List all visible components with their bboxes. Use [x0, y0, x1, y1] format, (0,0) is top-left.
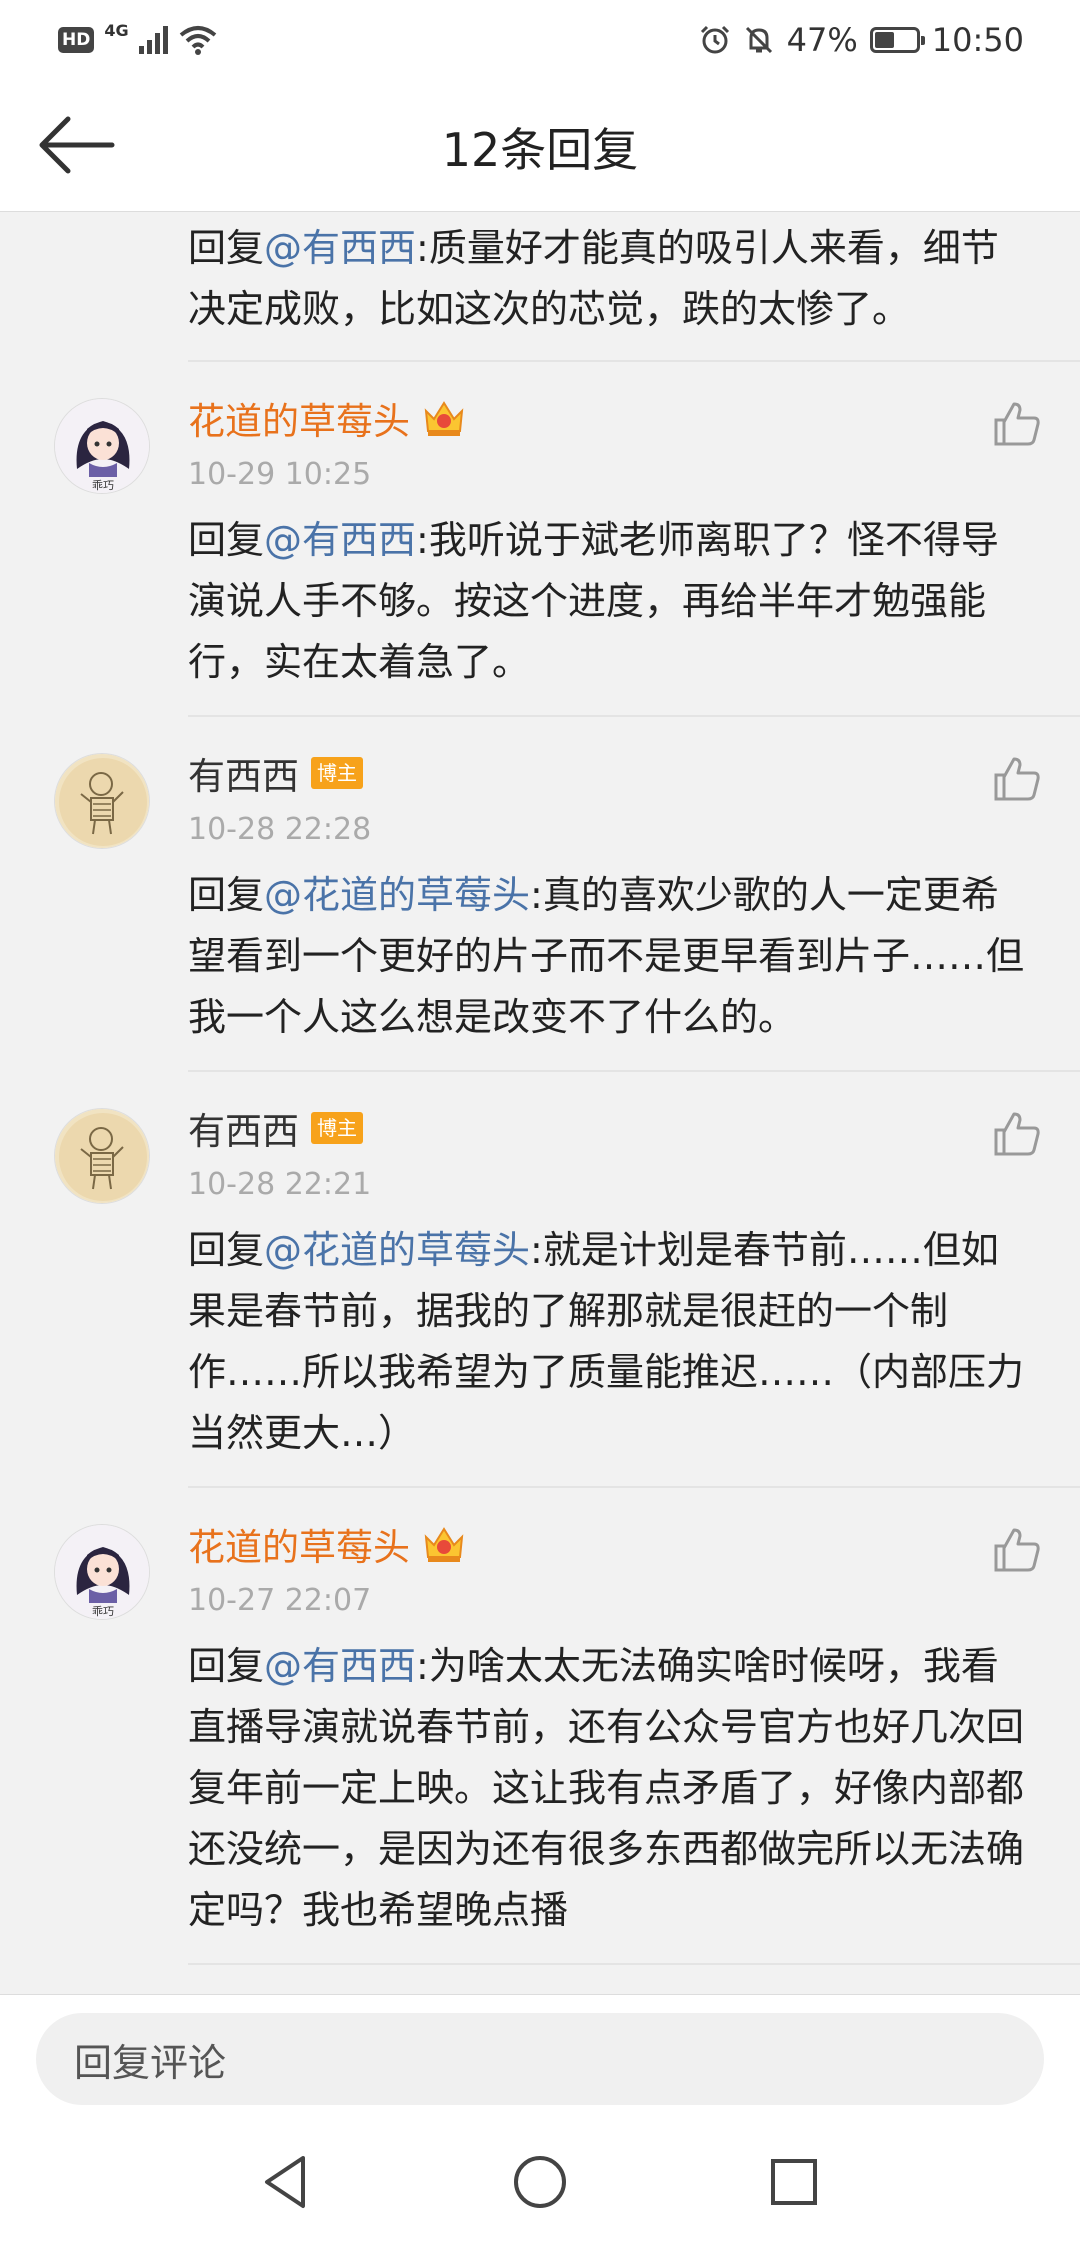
avatar[interactable]: 乖巧: [54, 1524, 150, 1620]
avatar[interactable]: [54, 753, 150, 849]
like-icon[interactable]: [992, 1110, 1042, 1158]
like-icon[interactable]: [992, 400, 1042, 448]
comment-time: 10-29 10:25: [188, 457, 372, 492]
comment-item: 乖巧 花道的草莓头 10-29 10:25 回复@有西西:我听说于斌老师离职了？…: [0, 362, 1080, 717]
blogger-badge: 博主: [311, 757, 363, 789]
battery-icon: [869, 27, 925, 53]
battery-fill: [874, 32, 894, 48]
page-title: 12条回复: [441, 123, 639, 177]
reply-text: 回复@花道的草莓头:真的喜欢少歌的人一定更希望看到一个更好的片子而不是更早看到片…: [188, 865, 1028, 1048]
reply-prefix: 回复: [188, 518, 265, 562]
comment-item: 有西西 博主 10-28 22:21 回复@花道的草莓头:就是计划是春节前……但…: [0, 1072, 1080, 1488]
user-name[interactable]: 有西西: [188, 746, 299, 800]
reply-text: 回复@有西西:为啥太太无法确实啥时候呀，我看直播导演就说春节前，还有公众号官方也…: [188, 1636, 1028, 1941]
reply-prefix: 回复: [188, 1644, 265, 1688]
reply-prefix: 回复: [188, 873, 265, 917]
avatar-label: 乖巧: [92, 479, 114, 492]
avatar-label: 乖巧: [92, 1605, 114, 1618]
reply-text: 回复@有西西:我听说于斌老师离职了？怪不得导演说人手不够。按这个进度，再给半年才…: [188, 510, 1028, 693]
network-type: 4G: [104, 20, 129, 40]
user-name[interactable]: 有西西: [188, 1101, 299, 1155]
wifi-icon: [179, 26, 216, 55]
nav-home-icon: [514, 2156, 566, 2208]
crown-icon: [424, 401, 464, 436]
mention-link[interactable]: @有西西: [264, 1644, 416, 1688]
reply-placeholder: 回复评论: [74, 2040, 227, 2085]
reply-prefix: 回复: [188, 226, 265, 270]
status-bar: HD 4G 47% 10:50: [0, 0, 1080, 80]
battery-percent: 47%: [786, 21, 858, 59]
name-row: 有西西 博主: [188, 1098, 1028, 1158]
signal-icon: [138, 26, 168, 54]
clock: 10:50: [931, 21, 1024, 59]
comment-time: 10-28 22:28: [188, 812, 372, 847]
name-row: 花道的草莓头: [188, 388, 1028, 448]
mention-link[interactable]: @有西西: [264, 518, 416, 562]
mention-link[interactable]: @有西西: [264, 226, 416, 270]
name-row: 有西西 博主: [188, 743, 1028, 803]
nav-recents-icon: [771, 2159, 817, 2205]
reply-text: 回复@有西西:质量好才能真的吸引人来看，细节决定成败，比如这次的芯觉，跌的太惨了…: [0, 212, 1080, 362]
like-icon[interactable]: [992, 755, 1042, 803]
list-item: 回复@有西西:质量好才能真的吸引人来看，细节决定成败，比如这次的芯觉，跌的太惨了…: [0, 212, 1080, 362]
reply-prefix: 回复: [188, 1228, 265, 1272]
comment-list[interactable]: 回复@有西西:质量好才能真的吸引人来看，细节决定成败，比如这次的芯觉，跌的太惨了…: [0, 212, 1080, 1994]
blogger-badge: 博主: [311, 1112, 363, 1144]
avatar[interactable]: [54, 1108, 150, 1204]
comment-time: 10-28 22:21: [188, 1167, 372, 1202]
mention-link[interactable]: @花道的草莓头: [264, 1228, 530, 1272]
comment-item: 乖巧 花道的草莓头 10-27 22:07 回复@有西西:为啥太太无法确实啥时候…: [0, 1488, 1080, 1965]
status-left: HD 4G: [58, 21, 217, 55]
reply-input[interactable]: 回复评论: [36, 2013, 1044, 2105]
nav-back-button[interactable]: [254, 2150, 318, 2214]
nav-back-icon: [265, 2156, 305, 2208]
user-name[interactable]: 花道的草莓头: [188, 391, 410, 445]
avatar[interactable]: 乖巧: [54, 398, 150, 494]
status-right: 47% 10:50: [699, 21, 1024, 59]
system-nav-bar: [0, 2120, 1080, 2244]
mute-icon: [745, 26, 772, 54]
reply-text: 回复@花道的草莓头:就是计划是春节前……但如果是春节前，据我的了解那就是很赶的一…: [188, 1220, 1028, 1464]
nav-home-button[interactable]: [508, 2150, 572, 2214]
like-icon[interactable]: [992, 1526, 1042, 1574]
name-row: 花道的草莓头: [188, 1514, 1028, 1574]
user-name[interactable]: 花道的草莓头: [188, 1517, 410, 1571]
hd-badge: HD: [58, 27, 95, 53]
crown-icon: [424, 1527, 464, 1562]
comment-time: 10-27 22:07: [188, 1583, 372, 1618]
nav-recents-button[interactable]: [762, 2150, 826, 2214]
mention-link[interactable]: @花道的草莓头: [264, 873, 530, 917]
title-bar: 12条回复: [0, 80, 1080, 212]
reply-bar: 回复评论: [0, 1994, 1080, 2120]
alarm-icon: [700, 25, 729, 54]
comment-item: 有西西 博主 10-28 22:28 回复@花道的草莓头:真的喜欢少歌的人一定更…: [0, 717, 1080, 1072]
